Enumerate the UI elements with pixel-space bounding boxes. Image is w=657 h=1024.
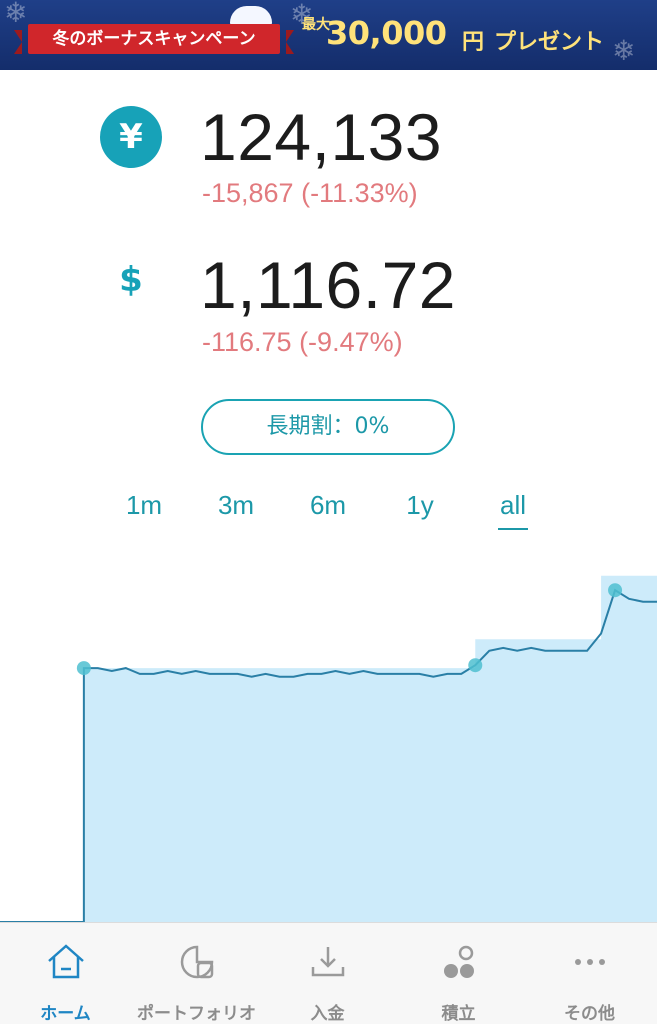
nav-home[interactable]: ホーム: [0, 923, 131, 1024]
promo-unit: 円: [462, 30, 485, 55]
accumulate-icon: [444, 945, 474, 978]
tab-6m[interactable]: 6m: [298, 490, 358, 521]
tab-all[interactable]: all: [483, 490, 543, 521]
bottom-nav: ホーム ポートフォリオ 入金 積立 その他: [0, 922, 657, 1024]
nav-accumulate-label: 積立: [441, 1004, 476, 1024]
nav-portfolio[interactable]: ポートフォリオ: [131, 923, 262, 1024]
campaign-ribbon: 冬のボーナスキャンペーン: [14, 24, 294, 54]
home-icon: [48, 944, 84, 979]
deposit-marker: [608, 583, 623, 598]
snowman-decoration: [230, 6, 272, 26]
nav-accumulate[interactable]: 積立: [393, 923, 524, 1024]
jpy-change: -15,867 (-11.33%): [202, 178, 418, 208]
more-icon: [575, 959, 605, 965]
yen-icon: ¥: [100, 106, 162, 168]
campaign-banner[interactable]: ❄ ❄ ❄ 冬のボーナスキャンペーン 最大 30,000 円 プレゼント: [0, 0, 657, 70]
jpy-balance: 124,133: [200, 100, 443, 174]
nav-more-label: その他: [564, 1004, 615, 1024]
snowflake-icon: ❄: [4, 0, 28, 29]
nav-portfolio-label: ポートフォリオ: [137, 1004, 256, 1024]
deposit-marker: [76, 661, 91, 676]
nav-deposit[interactable]: 入金: [262, 923, 393, 1024]
deposit-icon: [311, 947, 345, 977]
active-tab-indicator: [498, 528, 528, 530]
long-term-discount-button[interactable]: 長期割：0%: [201, 399, 455, 455]
deposit-area: [0, 575, 657, 922]
promo-suffix: プレゼント: [494, 30, 605, 55]
usd-balance: 1,116.72: [200, 248, 457, 322]
campaign-title: 冬のボーナスキャンペーン: [52, 29, 256, 49]
nav-deposit-label: 入金: [310, 1004, 345, 1024]
portfolio-icon: [180, 945, 214, 979]
deposit-marker: [468, 658, 483, 673]
tab-1m[interactable]: 1m: [114, 490, 174, 521]
nav-more[interactable]: その他: [524, 923, 655, 1024]
performance-chart[interactable]: [0, 560, 657, 922]
dollar-icon: $: [119, 260, 143, 300]
tab-1y[interactable]: 1y: [390, 490, 450, 521]
promo-amount: 30,000: [326, 14, 447, 52]
nav-home-label: ホーム: [40, 1004, 91, 1024]
snowflake-icon: ❄: [612, 34, 636, 67]
usd-change: -116.75 (-9.47%): [202, 327, 403, 357]
tab-3m[interactable]: 3m: [206, 490, 266, 521]
promo-prefix: 最大: [302, 17, 330, 33]
